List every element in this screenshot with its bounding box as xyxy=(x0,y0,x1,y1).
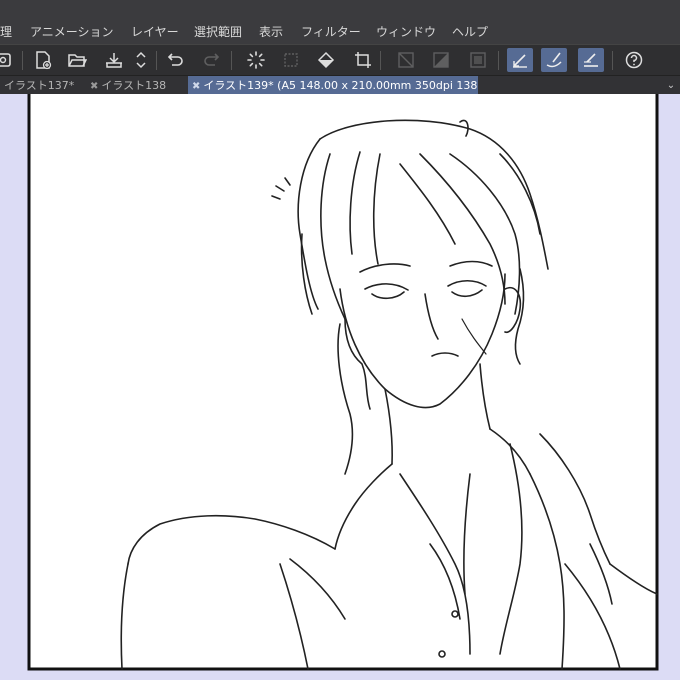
tab-label: イラスト139* (A5 148.00 x 210.00mm 350dpi 13… xyxy=(203,79,478,92)
tab-illust-137[interactable]: イラスト137* xyxy=(0,76,86,95)
menu-bar: 理 アニメーション レイヤー 選択範囲 表示 フィルター ウィンドウ ヘルプ xyxy=(0,0,680,44)
cancel-selection-icon xyxy=(398,52,414,68)
cancel-selection-button[interactable] xyxy=(393,48,419,72)
close-icon[interactable]: ✖ xyxy=(90,81,98,92)
menu-item-window[interactable]: ウィンドウ xyxy=(376,24,436,40)
menu-item-selection[interactable]: 選択範囲 xyxy=(194,24,242,40)
invert-selection-button[interactable] xyxy=(428,48,454,72)
tab-label: イラスト137* xyxy=(4,79,75,92)
border-selection-button[interactable] xyxy=(465,48,491,72)
close-icon[interactable]: ✖ xyxy=(192,81,200,92)
invert-selection-icon xyxy=(433,52,449,68)
menu-item-filter[interactable]: フィルター xyxy=(301,24,361,40)
open-folder-button[interactable] xyxy=(64,48,90,72)
command-bar xyxy=(0,44,680,76)
menu-item-help[interactable]: ヘルプ xyxy=(452,24,488,40)
tab-list-chevron-down-icon[interactable]: ⌄ xyxy=(662,76,680,95)
border-selection-icon xyxy=(470,52,486,68)
open-folder-icon xyxy=(68,54,87,67)
save-icon xyxy=(106,53,122,68)
drawing-canvas[interactable] xyxy=(0,94,680,680)
new-file-icon xyxy=(36,51,52,70)
toolbar-separator xyxy=(231,51,232,70)
help-button[interactable] xyxy=(621,48,647,72)
pen-stabilize-icon xyxy=(513,54,527,68)
fill-bucket-icon xyxy=(317,51,335,69)
up-down-icon xyxy=(136,51,146,69)
menu-item-animation[interactable]: アニメーション xyxy=(30,24,114,40)
toolbar-separator xyxy=(380,51,381,70)
toolbar-separator xyxy=(22,51,23,70)
help-icon xyxy=(625,51,643,69)
crop-button[interactable] xyxy=(350,48,376,72)
redo-icon xyxy=(204,53,220,66)
ruler-snap-icon xyxy=(584,53,598,67)
menu-item-layer[interactable]: レイヤー xyxy=(131,24,179,40)
tab-label: イラスト138 xyxy=(101,79,167,92)
ruler-snap-button[interactable] xyxy=(578,48,604,72)
new-file-button[interactable] xyxy=(30,48,56,72)
brush-stabilize-button[interactable] xyxy=(541,48,567,72)
menu-item-view[interactable]: 表示 xyxy=(259,24,283,40)
undo-icon xyxy=(167,53,183,66)
tab-illust-138[interactable]: ✖ イラスト138 xyxy=(86,76,188,95)
selection-transform-icon xyxy=(284,53,298,67)
brush-stabilize-icon xyxy=(546,52,562,68)
menu-item-partial[interactable]: 理 xyxy=(0,24,12,40)
tab-illust-139[interactable]: ✖ イラスト139* (A5 148.00 x 210.00mm 350dpi 1… xyxy=(188,76,478,95)
pen-stabilize-button[interactable] xyxy=(507,48,533,72)
toolbar-separator xyxy=(612,51,613,70)
toolbar-separator xyxy=(498,51,499,70)
selection-transform-button[interactable] xyxy=(278,48,304,72)
document-tab-bar: イラスト137* ✖ イラスト138 ✖ イラスト139* (A5 148.00 x… xyxy=(0,75,680,95)
fill-button[interactable] xyxy=(313,48,339,72)
up-down-button[interactable] xyxy=(128,48,154,72)
partial-tool-icon xyxy=(0,53,11,67)
loading-spinner-icon xyxy=(247,51,265,69)
partial-tool-button[interactable] xyxy=(0,48,16,72)
save-button[interactable] xyxy=(101,48,127,72)
undo-button[interactable] xyxy=(163,48,189,72)
spinner-button xyxy=(243,48,269,72)
crop-icon xyxy=(355,52,371,68)
toolbar-separator xyxy=(156,51,157,70)
canvas-area[interactable] xyxy=(0,94,680,680)
redo-button[interactable] xyxy=(198,48,224,72)
